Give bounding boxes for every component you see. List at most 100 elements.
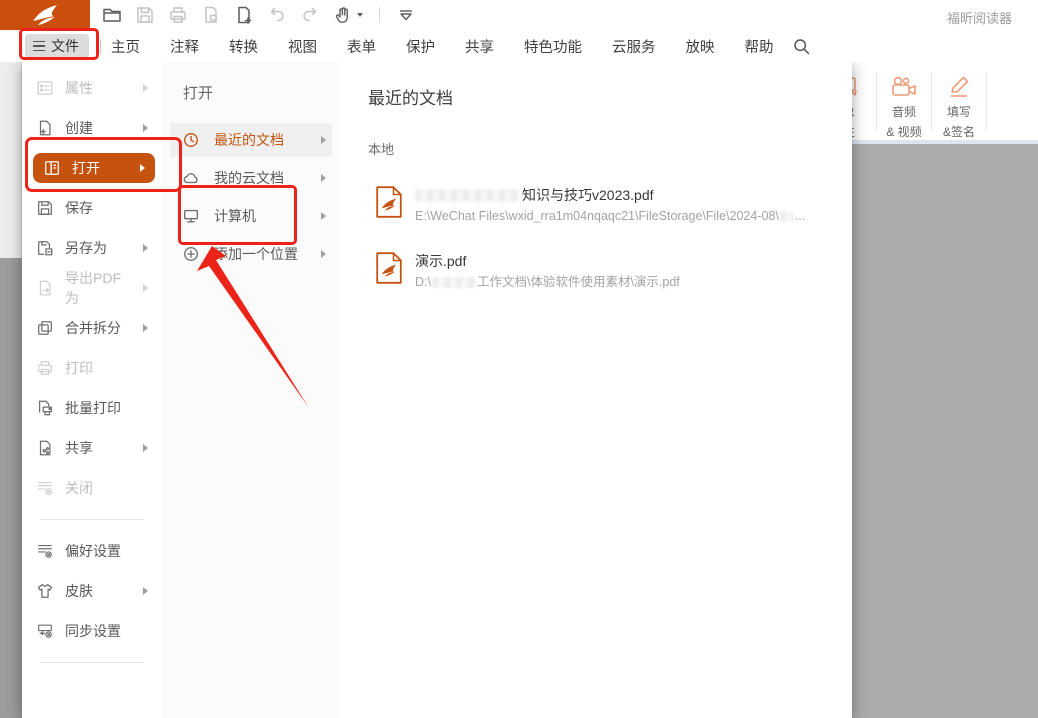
file-menu-sidebar: 属性 创建 打开 保存 另存为 导出PDF为 合并拆分	[22, 62, 162, 718]
submenu-arrow-icon	[143, 444, 148, 452]
sidebar-item-print[interactable]: 打印	[22, 348, 162, 388]
hand-tool-icon	[332, 4, 354, 26]
sidebar-item-create[interactable]: 创建	[22, 108, 162, 148]
sidebar-item-label: 皮肤	[65, 581, 93, 601]
sidebar-item-open[interactable]: 打开	[33, 153, 155, 183]
sidebar-item-properties[interactable]: 属性	[22, 68, 162, 108]
submenu-arrow-icon	[321, 250, 326, 258]
sidebar-item-label: 共享	[65, 438, 93, 458]
submenu-arrow-icon	[143, 124, 148, 132]
sidebar-item-close[interactable]: 关闭	[22, 468, 162, 508]
tab-form[interactable]: 表单	[347, 36, 376, 57]
sidebar-item-label: 导出PDF为	[65, 268, 132, 308]
tab-comment[interactable]: 注释	[170, 36, 199, 57]
properties-icon	[36, 79, 54, 97]
menu-tabs: 主页 注释 转换 视图 表单 保护 共享 特色功能 云服务 放映 帮助	[111, 36, 774, 57]
sidebar-item-save-as[interactable]: 另存为	[22, 228, 162, 268]
sidebar-item-export-pdf[interactable]: 导出PDF为	[22, 268, 162, 308]
tab-cloud-service[interactable]: 云服务	[612, 36, 656, 57]
sidebar-item-sync-settings[interactable]: 同步设置	[22, 611, 162, 651]
pdf-file-icon	[376, 186, 402, 218]
tab-home[interactable]: 主页	[111, 36, 140, 57]
tab-view[interactable]: 视图	[288, 36, 317, 57]
pencil-icon	[946, 74, 972, 100]
tab-protect[interactable]: 保护	[406, 36, 435, 57]
search-icon[interactable]	[792, 37, 811, 56]
menu-bar: 文件 主页 注释 转换 视图 表单 保护 共享 特色功能 云服务 放映 帮助	[0, 30, 1038, 62]
save-icon	[36, 199, 54, 217]
tab-help[interactable]: 帮助	[745, 36, 774, 57]
app-logo-button[interactable]	[0, 0, 90, 30]
tab-special-features[interactable]: 特色功能	[524, 36, 582, 57]
sidebar-item-label: 创建	[65, 118, 93, 138]
recent-file-row[interactable]: 演示.pdf D:\ 工作文档\体验软件使用素材\演示.pdf	[376, 252, 852, 290]
cloud-icon	[182, 169, 200, 187]
tab-share[interactable]: 共享	[465, 36, 494, 57]
batch-print-icon	[36, 399, 54, 417]
open-item-add-place[interactable]: 添加一个位置	[170, 237, 332, 271]
collapsed-nav-strip	[0, 62, 22, 258]
print-icon	[36, 359, 54, 377]
copy-page-icon[interactable]	[200, 4, 222, 26]
file-info: 演示.pdf D:\ 工作文档\体验软件使用素材\演示.pdf	[415, 252, 680, 290]
open-item-recent-documents[interactable]: 最近的文档	[170, 123, 332, 157]
open-item-label: 最近的文档	[214, 130, 284, 150]
menubar-separator	[100, 39, 101, 54]
preferences-icon	[36, 542, 54, 560]
submenu-arrow-icon	[143, 244, 148, 252]
sidebar-item-skin[interactable]: 皮肤	[22, 571, 162, 611]
sidebar-item-merge-split[interactable]: 合并拆分	[22, 308, 162, 348]
file-info: 知识与技巧v2023.pdf E:\WeChat Files\wxid_rra1…	[415, 186, 805, 224]
sidebar-item-label: 打印	[65, 358, 93, 378]
save-icon[interactable]	[134, 4, 156, 26]
submenu-arrow-icon	[143, 84, 148, 92]
add-place-icon	[182, 245, 200, 263]
tab-slideshow[interactable]: 放映	[686, 36, 715, 57]
redacted-text	[432, 277, 476, 288]
title-bar: 福昕阅读器	[0, 0, 1038, 30]
open-panel: 打开 最近的文档 我的云文档 计算机 添加一个位置	[162, 62, 340, 718]
submenu-arrow-icon	[321, 212, 326, 220]
print-icon[interactable]	[167, 4, 189, 26]
file-path-ellipsis: ...	[795, 208, 805, 224]
file-name: 演示.pdf	[415, 252, 680, 270]
new-document-icon[interactable]	[233, 4, 255, 26]
sidebar-item-label: 关闭	[65, 478, 93, 498]
file-menu-button[interactable]: 文件	[25, 34, 89, 58]
computer-icon	[182, 207, 200, 225]
video-camera-icon	[890, 74, 918, 100]
file-path: D:\ 工作文档\体验软件使用素材\演示.pdf	[415, 274, 680, 290]
open-item-computer[interactable]: 计算机	[170, 199, 332, 233]
sidebar-item-save[interactable]: 保存	[22, 188, 162, 228]
ribbon-group-fill-sign[interactable]: 填写 &签名	[932, 62, 986, 140]
sidebar-item-label: 合并拆分	[65, 318, 121, 338]
open-icon	[43, 159, 61, 177]
tab-convert[interactable]: 转换	[229, 36, 258, 57]
ribbon-group-audio-video[interactable]: 音频 & 视频	[877, 62, 931, 140]
sidebar-item-share[interactable]: 共享	[22, 428, 162, 468]
pdf-file-icon	[376, 252, 402, 284]
sidebar-item-batch-print[interactable]: 批量打印	[22, 388, 162, 428]
file-path-text: D:\	[415, 274, 431, 290]
create-icon	[36, 119, 54, 137]
submenu-arrow-icon	[140, 164, 145, 172]
recent-file-row[interactable]: 知识与技巧v2023.pdf E:\WeChat Files\wxid_rra1…	[376, 186, 852, 224]
collapse-ribbon-icon[interactable]	[395, 4, 417, 26]
redacted-text	[415, 189, 520, 202]
redo-icon[interactable]	[299, 4, 321, 26]
submenu-arrow-icon	[143, 284, 148, 292]
sidebar-divider	[40, 662, 144, 663]
undo-icon[interactable]	[266, 4, 288, 26]
recent-documents-pane: 最近的文档 本地 知识与技巧v2023.pdf E:\WeChat Files\…	[340, 62, 852, 718]
open-item-label: 添加一个位置	[214, 244, 298, 264]
ribbon-group-label: 填写	[947, 105, 971, 120]
hand-tool-dropdown[interactable]	[332, 4, 364, 26]
open-item-cloud-documents[interactable]: 我的云文档	[170, 161, 332, 195]
skin-icon	[36, 582, 54, 600]
open-folder-icon[interactable]	[101, 4, 123, 26]
file-path-text: 工作文档\体验软件使用素材\演示.pdf	[477, 274, 680, 290]
ribbon-partial: 象 主 音频 & 视频 填写 &签名	[822, 62, 1038, 142]
sync-settings-icon	[36, 622, 54, 640]
save-as-icon	[36, 239, 54, 257]
sidebar-item-preferences[interactable]: 偏好设置	[22, 531, 162, 571]
